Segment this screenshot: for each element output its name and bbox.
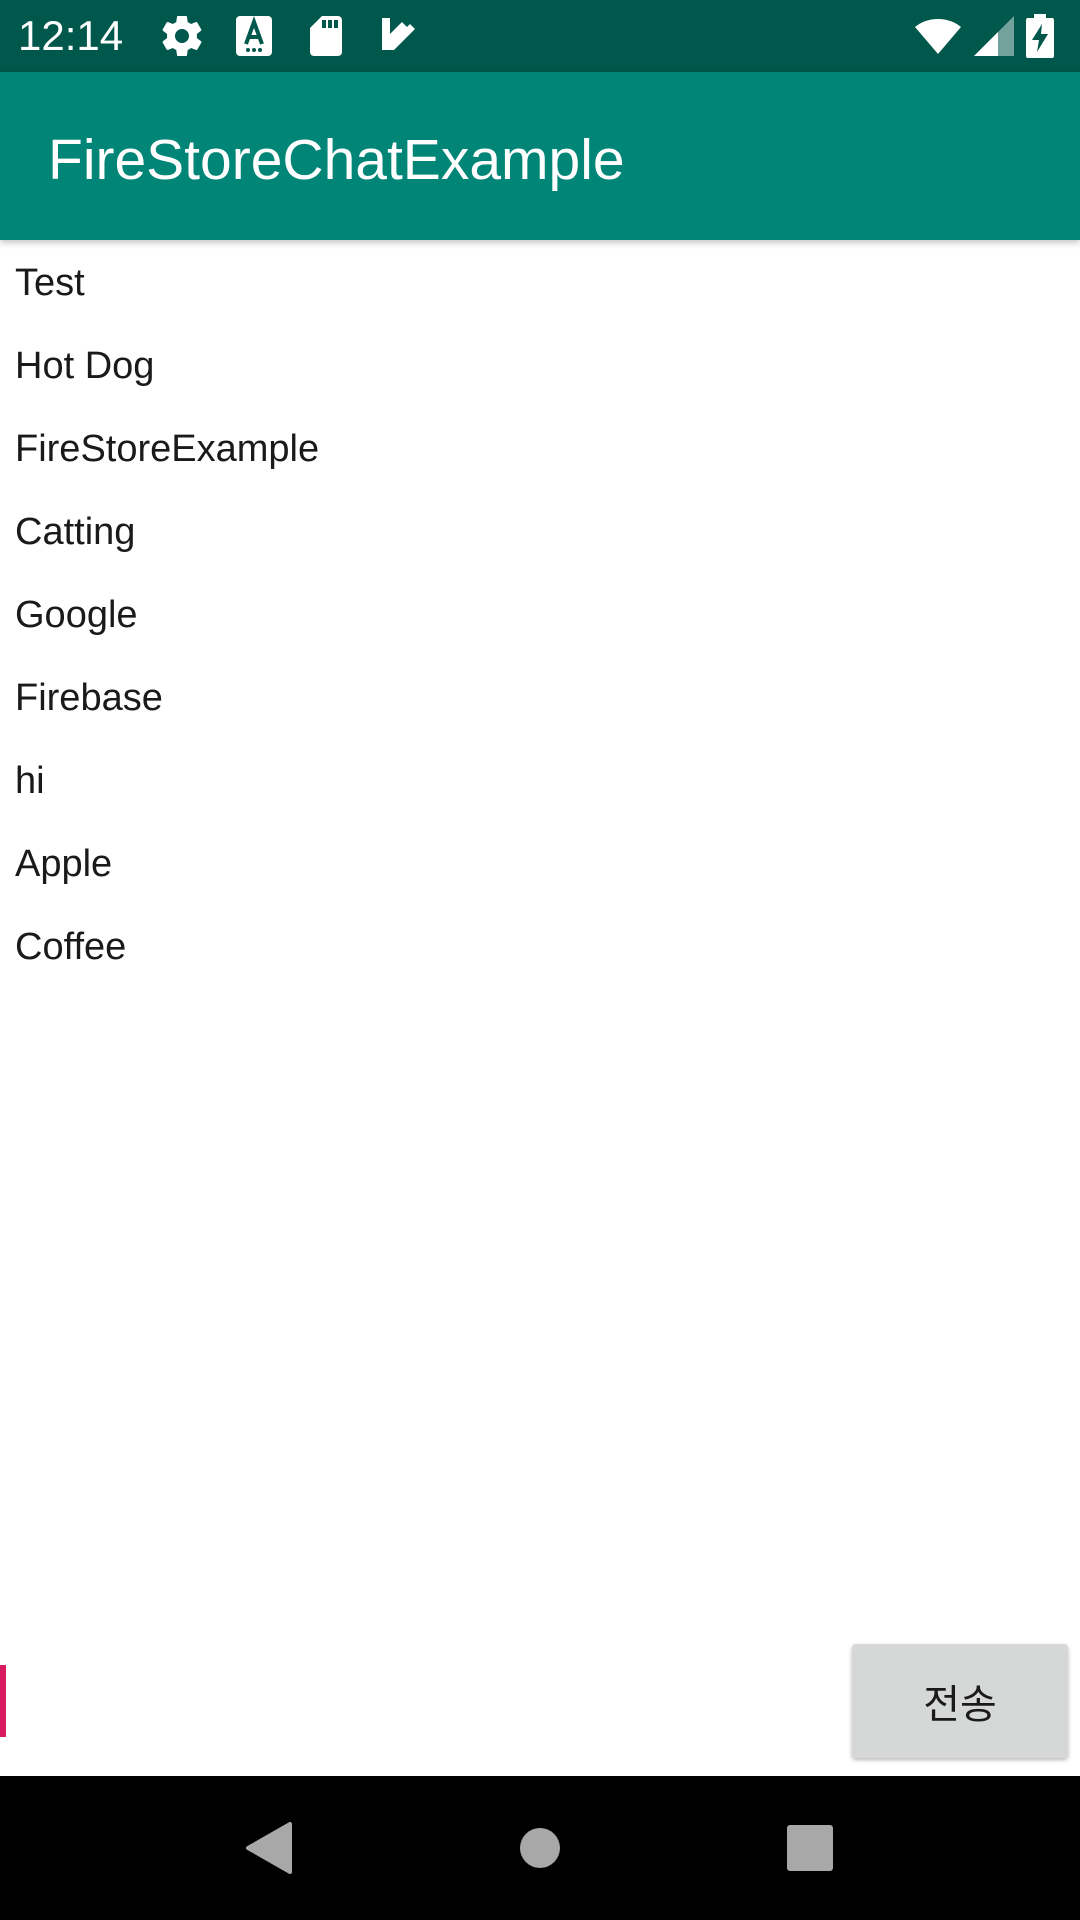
navigation-bar <box>0 1776 1080 1920</box>
status-time: 12:14 <box>18 12 124 59</box>
text-cursor <box>0 1665 6 1737</box>
list-item[interactable]: Firebase <box>15 668 163 728</box>
app-title: FireStoreChatExample <box>48 128 625 192</box>
battery-charging-icon <box>1018 12 1062 60</box>
list-item[interactable]: Catting <box>15 502 135 562</box>
recents-icon[interactable] <box>730 1776 890 1920</box>
signal-icon <box>970 12 1018 60</box>
app-bar: FireStoreChatExample <box>0 72 1080 240</box>
message-list[interactable]: Test Hot Dog FireStoreExample Catting Go… <box>0 240 1080 1620</box>
status-bar: 12:14 <box>0 0 1080 72</box>
list-item[interactable]: FireStoreExample <box>15 419 319 479</box>
gear-icon <box>158 12 206 60</box>
task-check-icon <box>374 12 422 60</box>
back-icon[interactable] <box>190 1776 350 1920</box>
message-input[interactable] <box>8 1660 838 1742</box>
list-item[interactable]: Google <box>15 585 138 645</box>
list-item[interactable]: hi <box>15 751 45 811</box>
list-item[interactable]: Coffee <box>15 917 126 977</box>
list-item[interactable]: Test <box>15 253 85 313</box>
screen: 12:14 FireStoreChatExample Test Hot Dog <box>0 0 1080 1920</box>
keyboard-a-icon <box>230 12 278 60</box>
home-icon[interactable] <box>460 1776 620 1920</box>
list-item[interactable]: Hot Dog <box>15 336 154 396</box>
wifi-icon <box>910 12 966 60</box>
send-button[interactable]: 전송 <box>852 1644 1068 1758</box>
sd-card-icon <box>302 12 350 60</box>
list-item[interactable]: Apple <box>15 834 112 894</box>
